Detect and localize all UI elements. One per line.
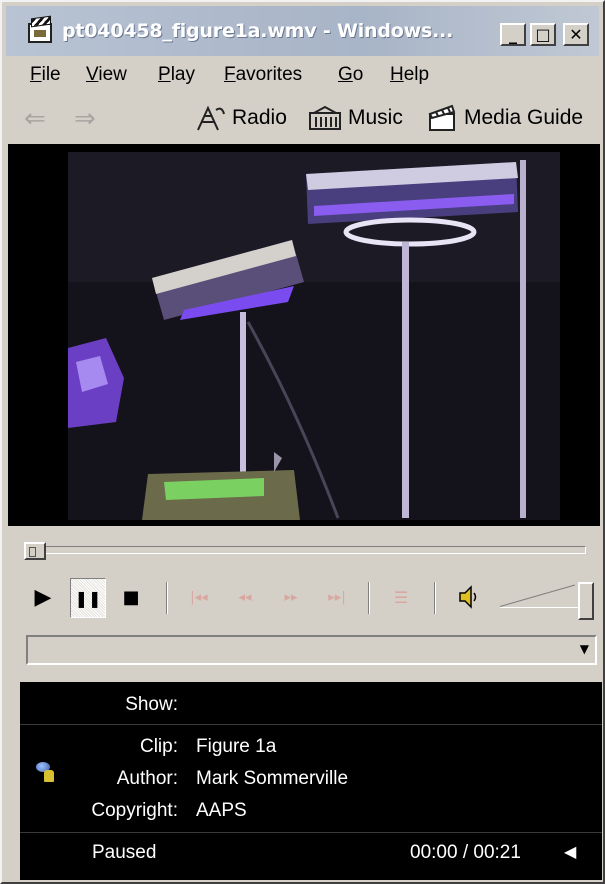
rewind-button[interactable]: ◂◂ — [228, 578, 262, 616]
seek-thumb[interactable] — [24, 542, 46, 560]
radio-tower-icon — [197, 105, 225, 131]
stop-button[interactable]: ■ — [114, 578, 148, 616]
menu-bar: File View Play Favorites Go Help — [6, 58, 599, 94]
volume-slider[interactable] — [499, 580, 600, 620]
media-guide-button[interactable]: Media Guide — [428, 104, 583, 132]
copyright-value: AAPS — [196, 800, 247, 821]
divider — [20, 832, 602, 833]
music-building-icon — [309, 105, 341, 130]
music-button[interactable]: Music — [308, 104, 403, 132]
speaker-icon[interactable]: ◀ — [564, 842, 576, 862]
separator — [368, 582, 370, 614]
pause-button[interactable]: ❚❚ — [70, 578, 106, 618]
music-label: Music — [348, 106, 403, 129]
author-label: Author: — [116, 768, 178, 789]
title-bar[interactable]: pt040458_figure1a.wmv - Windows... _ □ ✕ — [6, 6, 599, 56]
menu-go[interactable]: Go — [338, 64, 363, 86]
playlist-dropdown[interactable]: ▼ — [26, 635, 597, 665]
menu-favorites[interactable]: Favorites — [224, 64, 302, 86]
seek-track[interactable] — [24, 546, 586, 554]
divider — [20, 724, 602, 725]
show-label: Show: — [125, 694, 178, 715]
separator — [434, 582, 436, 614]
menu-play[interactable]: Play — [158, 64, 195, 86]
media-guide-label: Media Guide — [464, 106, 584, 129]
clip-value: Figure 1a — [196, 736, 277, 757]
skip-forward-button[interactable]: ▸▸| — [320, 578, 354, 616]
playback-status: Paused — [92, 842, 157, 863]
volume-thumb[interactable] — [578, 582, 594, 620]
window-title: pt040458_figure1a.wmv - Windows... — [62, 20, 454, 42]
transport-controls: ▶ ❚❚ ■ |◂◂ ◂◂ ▸▸ ▸▸| ☰ — [6, 572, 599, 628]
forward-arrow-icon[interactable]: ⇒ — [74, 106, 96, 132]
menu-view[interactable]: View — [86, 64, 127, 86]
clapperboard-icon — [428, 104, 456, 131]
video-still-lab-apparatus — [68, 152, 560, 520]
back-arrow-icon[interactable]: ⇐ — [24, 106, 46, 132]
mute-button[interactable] — [452, 578, 486, 616]
seek-bar[interactable] — [24, 542, 588, 560]
video-display[interactable] — [8, 144, 600, 526]
radio-label: Radio — [232, 106, 287, 129]
video-frame-image — [68, 152, 560, 520]
chevron-down-icon[interactable]: ▼ — [580, 642, 589, 656]
maximize-button[interactable]: □ — [530, 23, 556, 46]
copyright-label: Copyright: — [91, 800, 178, 821]
speaker-volume-icon — [459, 585, 477, 609]
clip-info-icon — [34, 760, 58, 784]
separator — [166, 582, 168, 614]
fast-forward-button[interactable]: ▸▸ — [274, 578, 308, 616]
media-player-app-icon[interactable] — [28, 23, 52, 43]
play-button[interactable]: ▶ — [26, 578, 60, 616]
author-value: Mark Sommerville — [196, 768, 349, 789]
playlist-button[interactable]: ☰ — [384, 578, 418, 616]
close-button[interactable]: ✕ — [563, 23, 589, 46]
clip-label: Clip: — [139, 736, 178, 757]
toolbar: ⇐ ⇒ Radio Music Media Guide — [6, 96, 599, 142]
info-panel: Show: Clip: Figure 1a Author: Mark Somme… — [20, 682, 602, 880]
menu-file[interactable]: File — [30, 64, 61, 86]
time-display: 00:00 / 00:21 — [410, 842, 521, 863]
skip-back-button[interactable]: |◂◂ — [182, 578, 216, 616]
volume-track-base — [500, 607, 588, 608]
media-player-window: pt040458_figure1a.wmv - Windows... _ □ ✕… — [0, 0, 605, 884]
minimize-button[interactable]: _ — [500, 23, 526, 46]
radio-button[interactable]: Radio — [194, 104, 287, 132]
volume-track — [499, 584, 576, 607]
menu-help[interactable]: Help — [390, 64, 429, 86]
